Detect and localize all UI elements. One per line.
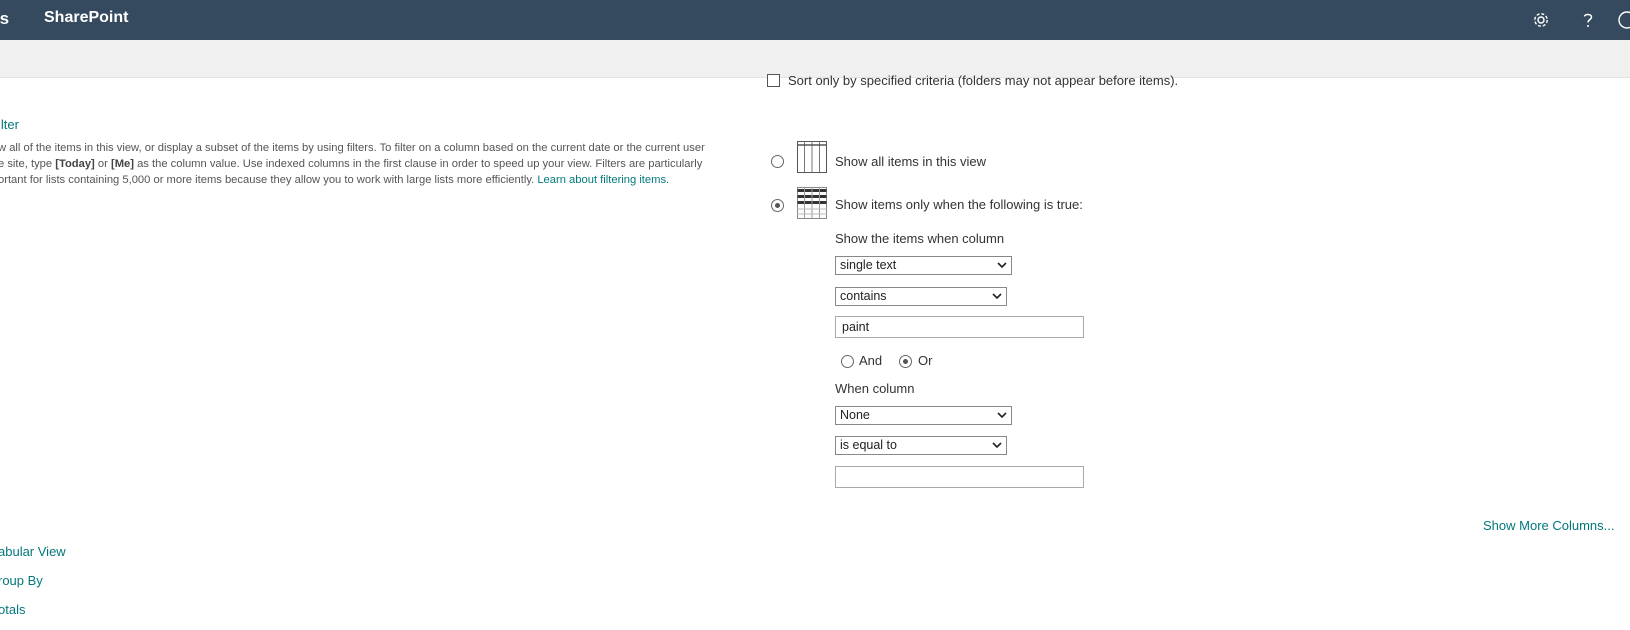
- app-title[interactable]: SharePoint: [44, 9, 128, 27]
- or-radio[interactable]: [899, 355, 912, 368]
- suite-bar: ts SharePoint: [0, 0, 1630, 40]
- clause1-column-value: single text: [840, 258, 897, 272]
- filter-section-title[interactable]: ilter: [0, 117, 19, 132]
- or-label: Or: [918, 353, 933, 368]
- chevron-down-icon: [992, 293, 1002, 300]
- filter-desc-line2: e site, type [Today] or [Me] as the colu…: [0, 158, 703, 170]
- clause2-operator-value: is equal to: [840, 438, 897, 452]
- clause1-value-text: paint: [842, 320, 870, 334]
- chevron-down-icon: [992, 442, 1002, 449]
- sort-only-specified-label: Sort only by specified criteria (folders…: [788, 73, 1179, 88]
- sort-only-specified-row[interactable]: Sort only by specified criteria (folders…: [767, 73, 1178, 88]
- clause1-operator-select[interactable]: contains: [835, 287, 1007, 306]
- show-all-label: Show all items in this view: [835, 154, 986, 169]
- app-launcher-text[interactable]: ts: [0, 9, 9, 29]
- show-all-radio[interactable]: [771, 155, 784, 168]
- table-icon: [797, 141, 827, 173]
- filtered-table-icon: [797, 187, 827, 219]
- chevron-down-icon: [997, 262, 1007, 269]
- clause2-column-select[interactable]: None: [835, 406, 1012, 425]
- clause2-heading: When column: [835, 381, 915, 396]
- tabular-view-link[interactable]: abular View: [0, 544, 66, 559]
- clause1-value-input[interactable]: paint: [835, 316, 1084, 338]
- filter-description: w all of the items in this view, or disp…: [0, 140, 738, 188]
- me-token: [Me]: [110, 158, 134, 170]
- learn-filtering-link[interactable]: Learn about filtering items.: [537, 174, 669, 186]
- clause1-operator-value: contains: [840, 289, 887, 303]
- and-label: And: [859, 353, 883, 368]
- clause2-column-value: None: [840, 408, 870, 422]
- clause2-operator-select[interactable]: is equal to: [835, 436, 1007, 455]
- help-icon[interactable]: [1575, 7, 1601, 33]
- sort-only-specified-checkbox[interactable]: [767, 74, 780, 87]
- filter-desc-line3: ortant for lists containing 5,000 or mor…: [0, 174, 670, 186]
- show-when-label: Show items only when the following is tr…: [835, 197, 1083, 212]
- clause2-value-input[interactable]: [835, 466, 1084, 488]
- account-icon[interactable]: [1614, 7, 1630, 33]
- clause1-heading: Show the items when column: [835, 231, 1005, 246]
- group-by-link[interactable]: roup By: [0, 573, 43, 588]
- gear-icon[interactable]: [1528, 7, 1554, 33]
- show-when-radio[interactable]: [771, 199, 784, 212]
- totals-link[interactable]: otals: [0, 602, 25, 617]
- and-radio[interactable]: [841, 355, 854, 368]
- clause1-column-select[interactable]: single text: [835, 256, 1012, 275]
- chevron-down-icon: [997, 412, 1007, 419]
- today-token: [Today]: [55, 158, 95, 170]
- show-more-columns-link[interactable]: Show More Columns...: [1483, 518, 1615, 533]
- filter-desc-line1: w all of the items in this view, or disp…: [0, 142, 705, 154]
